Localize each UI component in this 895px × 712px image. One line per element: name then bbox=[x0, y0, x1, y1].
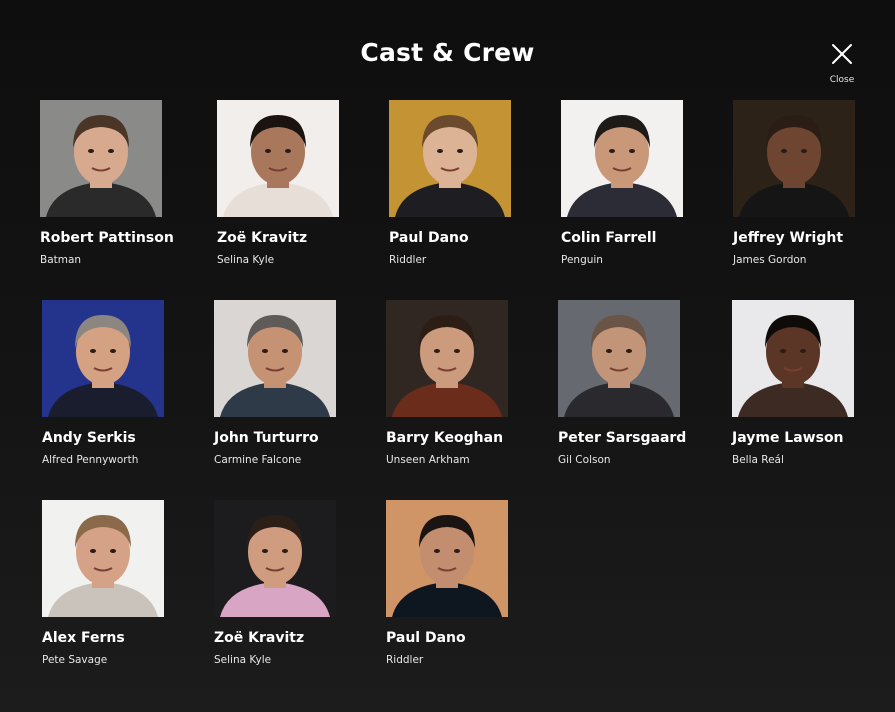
cast-name: Zoë Kravitz bbox=[214, 630, 305, 646]
cast-photo[interactable] bbox=[386, 300, 508, 417]
cast-card[interactable]: John Turturro Carmine Falcone bbox=[214, 300, 384, 480]
cast-name: Peter Sarsgaard bbox=[558, 430, 687, 446]
cast-photo[interactable] bbox=[42, 300, 164, 417]
cast-role: Gil Colson bbox=[558, 454, 611, 466]
cast-role: Alfred Pennyworth bbox=[42, 454, 139, 466]
cast-name: Paul Dano bbox=[386, 630, 466, 646]
cast-name: Robert Pattinson bbox=[40, 230, 174, 246]
cast-name: Barry Keoghan bbox=[386, 430, 504, 446]
cast-photo[interactable] bbox=[389, 100, 511, 217]
cast-role: Carmine Falcone bbox=[214, 454, 302, 466]
cast-card[interactable]: Alex Ferns Pete Savage bbox=[42, 500, 212, 680]
cast-card[interactable]: Robert Pattinson Batman bbox=[40, 100, 210, 280]
cast-name: Paul Dano bbox=[389, 230, 469, 246]
cast-photo[interactable] bbox=[214, 300, 336, 417]
cast-role: Bella Reál bbox=[732, 454, 784, 466]
cast-name: Colin Farrell bbox=[561, 230, 657, 246]
cast-role: Unseen Arkham bbox=[386, 454, 470, 466]
close-label: Close bbox=[829, 75, 855, 85]
cast-role: Selina Kyle bbox=[214, 654, 272, 666]
close-button[interactable]: Close bbox=[820, 41, 864, 89]
cast-card[interactable]: Paul Dano Riddler bbox=[389, 100, 559, 280]
cast-card[interactable]: Zoë Kravitz Selina Kyle bbox=[217, 100, 387, 280]
cast-role: Batman bbox=[40, 254, 82, 266]
cast-card[interactable]: Peter Sarsgaard Gil Colson bbox=[558, 300, 728, 480]
cast-role: Pete Savage bbox=[42, 654, 108, 666]
cast-photo[interactable] bbox=[386, 500, 508, 617]
cast-role: Selina Kyle bbox=[217, 254, 275, 266]
cast-photo[interactable] bbox=[217, 100, 339, 217]
cast-name: Andy Serkis bbox=[42, 430, 136, 446]
cast-role: Riddler bbox=[386, 654, 424, 666]
cast-card[interactable]: Colin Farrell Penguin bbox=[561, 100, 731, 280]
cast-role: Penguin bbox=[561, 254, 603, 266]
cast-name: Jeffrey Wright bbox=[733, 230, 844, 246]
cast-card[interactable]: Zoë Kravitz Selina Kyle bbox=[214, 500, 384, 680]
cast-name: John Turturro bbox=[214, 430, 319, 446]
cast-role: James Gordon bbox=[733, 254, 807, 266]
cast-photo[interactable] bbox=[561, 100, 683, 217]
cast-photo[interactable] bbox=[214, 500, 336, 617]
cast-name: Zoë Kravitz bbox=[217, 230, 308, 246]
cast-photo[interactable] bbox=[40, 100, 162, 217]
cast-photo[interactable] bbox=[558, 300, 680, 417]
cast-card[interactable]: Paul Dano Riddler bbox=[386, 500, 556, 680]
cast-card[interactable]: Barry Keoghan Unseen Arkham bbox=[386, 300, 556, 480]
cast-role: Riddler bbox=[389, 254, 427, 266]
cast-card[interactable]: Jeffrey Wright James Gordon bbox=[733, 100, 895, 280]
close-icon[interactable] bbox=[831, 43, 853, 65]
modal-title: Cast & Crew bbox=[360, 38, 535, 67]
cast-name: Alex Ferns bbox=[42, 630, 125, 646]
cast-photo[interactable] bbox=[732, 300, 854, 417]
cast-photo[interactable] bbox=[42, 500, 164, 617]
cast-card[interactable]: Jayme Lawson Bella Reál bbox=[732, 300, 895, 480]
cast-card[interactable]: Andy Serkis Alfred Pennyworth bbox=[42, 300, 212, 480]
cast-photo[interactable] bbox=[733, 100, 855, 217]
cast-name: Jayme Lawson bbox=[732, 430, 844, 446]
